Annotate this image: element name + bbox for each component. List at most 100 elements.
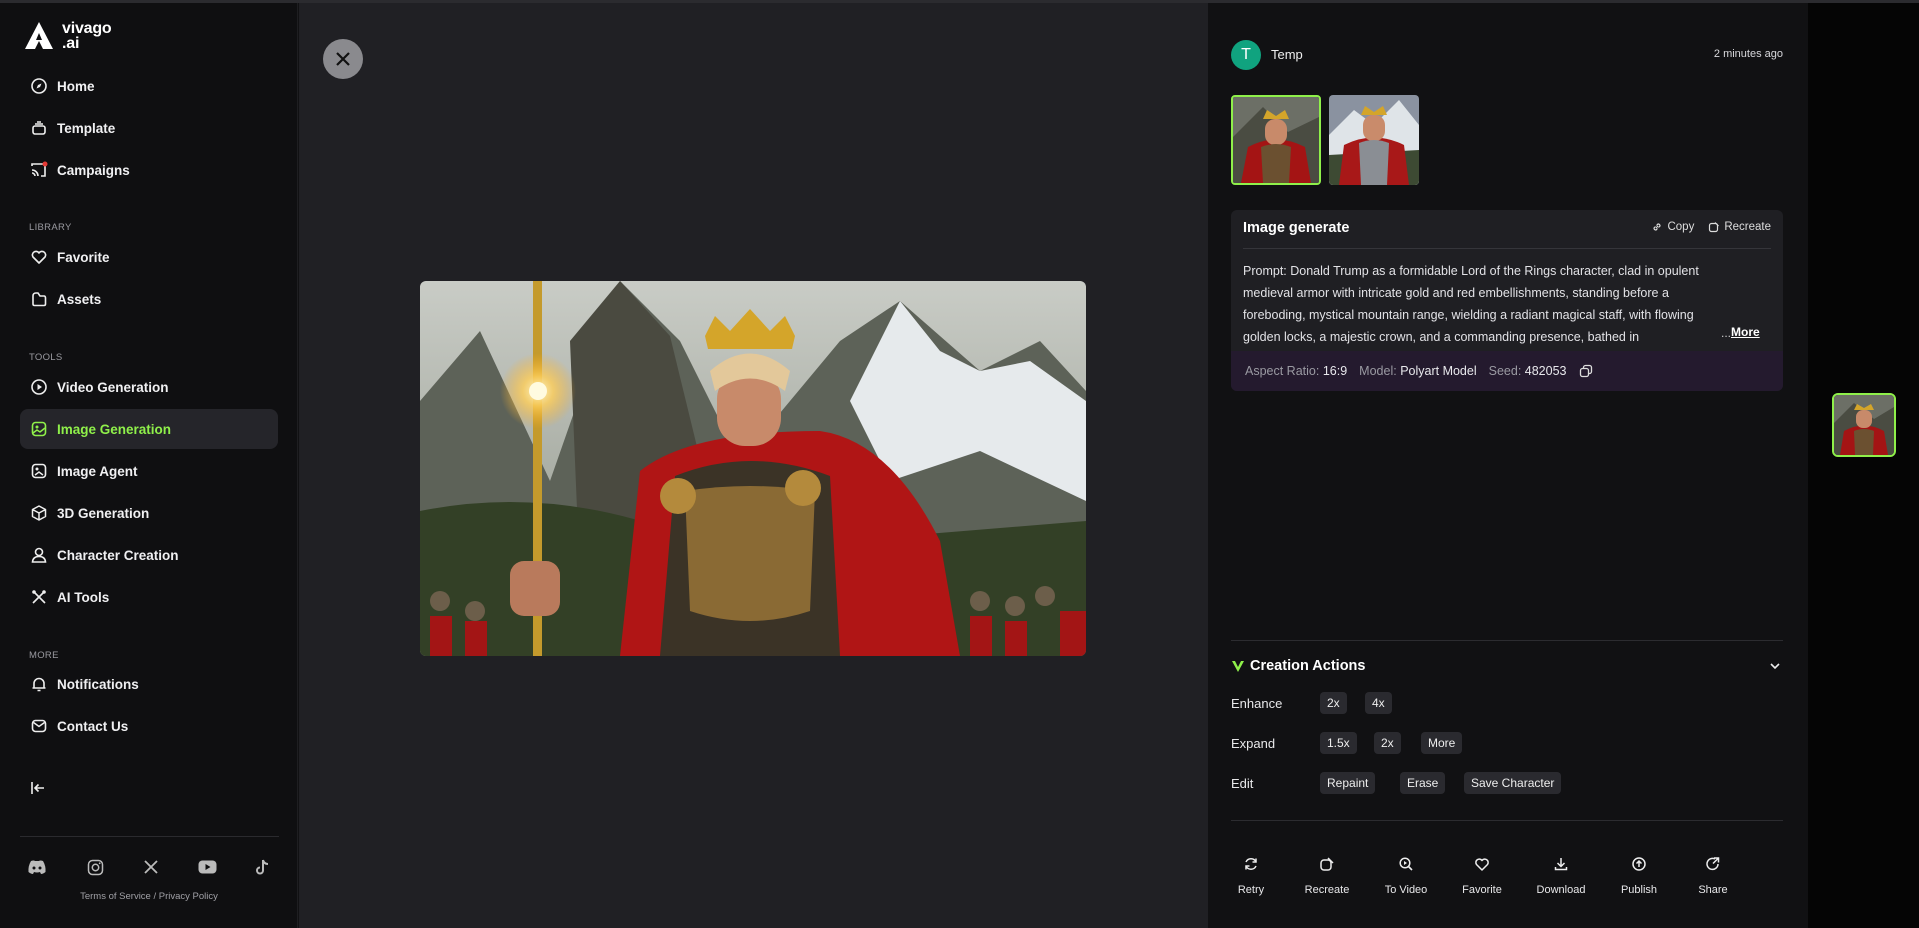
history-strip	[1808, 3, 1919, 928]
download-icon	[1529, 854, 1593, 874]
tiktok-icon[interactable]	[251, 856, 273, 878]
download-label: Download	[1536, 884, 1586, 896]
expand-2x-button[interactable]: 2x	[1374, 732, 1401, 754]
youtube-icon[interactable]	[196, 856, 218, 878]
prompt-card: Image generate Copy Recreate Prompt: Don…	[1231, 210, 1783, 391]
generated-image[interactable]	[420, 281, 1086, 656]
sidebar-item-ai-tools[interactable]: AI Tools	[20, 577, 278, 617]
privacy-policy-link[interactable]: Privacy Policy	[159, 891, 218, 902]
legal-links: Terms of Service / Privacy Policy	[0, 891, 298, 902]
publish-label: Publish	[1620, 884, 1658, 896]
result-thumbnail[interactable]	[1329, 95, 1419, 185]
erase-button[interactable]: Erase	[1400, 772, 1446, 794]
creation-actions-header: Creation Actions	[1231, 658, 1365, 674]
share-button[interactable]: Share	[1681, 854, 1745, 896]
favorite-label: Favorite	[1462, 884, 1502, 896]
discord-icon[interactable]	[26, 856, 48, 878]
enhance-2x-button[interactable]: 2x	[1320, 692, 1347, 714]
seed-label: Seed:	[1488, 364, 1522, 378]
enhance-label: Enhance	[1231, 696, 1283, 711]
publish-button[interactable]: Publish	[1607, 854, 1671, 896]
sidebar-item-template[interactable]: Template	[20, 108, 278, 148]
aspect-ratio-label: Aspect Ratio:	[1245, 364, 1320, 378]
sidebar-item-label: Image Agent	[57, 463, 138, 479]
user-icon	[29, 545, 49, 565]
sidebar-item-home[interactable]: Home	[20, 66, 278, 106]
sidebar-item-label: Favorite	[57, 249, 110, 265]
expand-more-button[interactable]: More	[1421, 732, 1463, 754]
copy-link-icon	[1653, 223, 1662, 231]
image-icon	[29, 419, 49, 439]
collapse-sidebar-icon[interactable]	[29, 779, 49, 799]
result-thumbnail[interactable]	[1231, 95, 1321, 185]
heart-icon	[1450, 854, 1514, 874]
download-button[interactable]: Download	[1529, 854, 1593, 896]
vivago-logo-icon	[25, 22, 53, 49]
image-agent-icon	[29, 461, 49, 481]
sidebar-item-label: Home	[57, 78, 95, 94]
brand-suffix: .ai	[62, 35, 80, 52]
section-divider	[1231, 820, 1783, 821]
sidebar-divider	[20, 836, 279, 837]
vivago-logo[interactable]: vivago .ai	[22, 19, 112, 53]
card-title: Image generate	[1243, 220, 1350, 236]
timestamp: 2 minutes ago	[1713, 48, 1783, 60]
sidebar-item-label: Template	[57, 120, 116, 136]
save-character-button[interactable]: Save Character	[1464, 772, 1562, 794]
avatar[interactable]: T	[1231, 40, 1261, 70]
sidebar-item-contact-us[interactable]: Contact Us	[20, 706, 278, 746]
model-label: Model:	[1359, 364, 1397, 378]
prompt-more-link[interactable]: More	[1731, 325, 1760, 339]
recreate-button[interactable]: Recreate	[1708, 221, 1771, 233]
more-section-label: MORE	[29, 650, 59, 661]
brand-name: vivago	[62, 20, 112, 37]
sidebar-item-label: Contact Us	[57, 718, 129, 734]
sidebar-item-character-creation[interactable]: Character Creation	[20, 535, 278, 575]
sidebar: vivago .ai Home Template Campaigns LIBRA…	[0, 3, 298, 928]
chevron-down-icon[interactable]	[1768, 659, 1782, 678]
terms-of-service-link[interactable]: Terms of Service	[80, 891, 151, 902]
instagram-icon[interactable]	[84, 856, 106, 878]
folder-icon	[29, 289, 49, 309]
creation-actions-title: Creation Actions	[1250, 658, 1366, 674]
tools-section-label: TOOLS	[29, 352, 63, 363]
sidebar-item-label: Notifications	[57, 676, 139, 692]
sidebar-item-3d-generation[interactable]: 3D Generation	[20, 493, 278, 533]
recreate-label: Recreate	[1724, 221, 1771, 233]
heart-icon	[29, 247, 49, 267]
enhance-4x-button[interactable]: 4x	[1365, 692, 1392, 714]
copy-seed-icon[interactable]	[1579, 364, 1593, 378]
favorite-button[interactable]: Favorite	[1450, 854, 1514, 896]
sidebar-item-assets[interactable]: Assets	[20, 279, 278, 319]
sidebar-item-notifications[interactable]: Notifications	[20, 664, 278, 704]
bell-icon	[29, 674, 49, 694]
recreate-action-button[interactable]: Recreate	[1295, 854, 1359, 896]
recreate-action-icon	[1295, 854, 1359, 874]
compass-icon	[29, 76, 49, 96]
sidebar-item-image-agent[interactable]: Image Agent	[20, 451, 278, 491]
retry-button[interactable]: Retry	[1219, 854, 1283, 896]
generation-meta: Aspect Ratio: 16:9 Model: Polyart Model …	[1231, 351, 1783, 391]
close-button[interactable]	[323, 39, 363, 79]
model-value: Polyart Model	[1400, 364, 1477, 378]
sidebar-item-campaigns[interactable]: Campaigns	[20, 150, 278, 190]
sidebar-item-image-generation[interactable]: Image Generation	[20, 409, 278, 449]
edit-label: Edit	[1231, 776, 1254, 791]
sidebar-item-favorite[interactable]: Favorite	[20, 237, 278, 277]
copy-button[interactable]: Copy	[1651, 221, 1694, 233]
to-video-button[interactable]: To Video	[1374, 854, 1438, 896]
template-icon	[29, 118, 49, 138]
library-section-label: LIBRARY	[29, 222, 72, 233]
retry-label: Retry	[1237, 884, 1265, 896]
avatar-initial: T	[1241, 46, 1251, 63]
repaint-button[interactable]: Repaint	[1320, 772, 1376, 794]
sidebar-item-label: Video Generation	[57, 379, 169, 395]
history-thumbnail[interactable]	[1832, 393, 1896, 457]
username[interactable]: Temp	[1271, 47, 1303, 62]
copy-label: Copy	[1667, 221, 1695, 233]
x-icon[interactable]	[140, 856, 162, 878]
sidebar-item-label: Campaigns	[57, 162, 130, 178]
prompt-text: Prompt: Donald Trump as a formidable Lor…	[1243, 264, 1699, 344]
sidebar-item-video-generation[interactable]: Video Generation	[20, 367, 278, 407]
expand-1-5x-button[interactable]: 1.5x	[1320, 732, 1357, 754]
